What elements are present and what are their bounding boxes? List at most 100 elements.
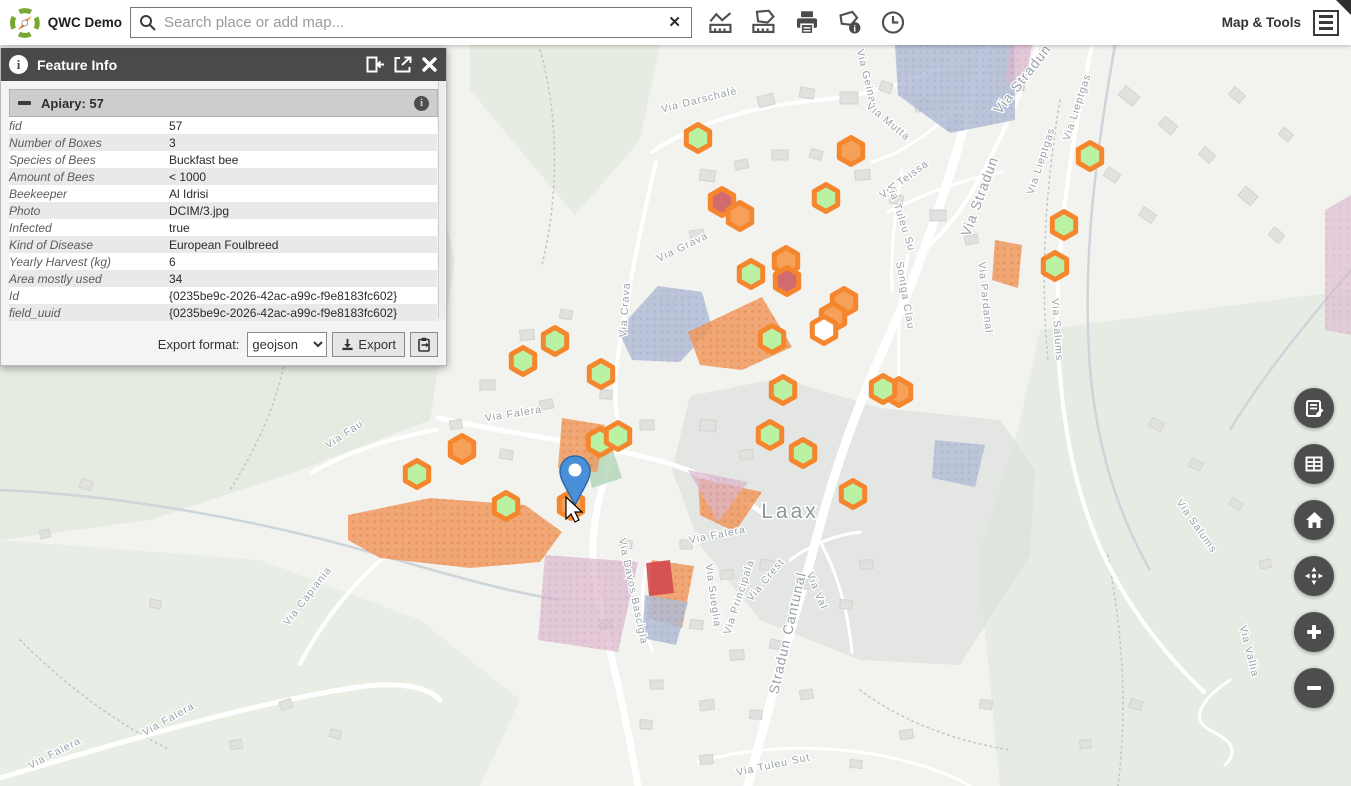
report-tool-button[interactable] [1294,388,1334,428]
attribute-value: European Foulbreed [169,236,437,253]
table-row: Id{0235be9c-2026-42ac-a99c-f9e8183fc602} [9,287,437,304]
apiary-marker-green[interactable] [771,377,794,404]
attribute-value: Al Idrisi [169,185,437,202]
map-button-stack [1294,388,1334,708]
dock-icon[interactable] [366,56,385,73]
panel-title: Feature Info [37,57,357,73]
app-window: Via DarschalèVia GeinasVia MuttaVia Teis… [0,0,1351,786]
qwc-logo-icon [10,8,40,38]
apiary-marker-green[interactable] [739,261,762,288]
detach-window-icon[interactable] [394,56,412,73]
apiary-marker-green[interactable] [871,376,894,403]
attribute-table: fid57Number of Boxes3Species of BeesBuck… [9,117,437,321]
zoom-in-button[interactable] [1294,612,1334,652]
apiary-marker-green[interactable] [543,328,566,355]
search-input[interactable] [162,13,660,32]
apiary-marker-green[interactable] [1078,143,1101,170]
attribute-key: Infected [9,219,169,236]
print-icon[interactable] [792,8,822,38]
apiary-marker-green[interactable] [511,348,534,375]
attribute-key: field_uuid [9,304,169,321]
export-button[interactable]: Export [332,332,405,357]
measure-area-icon[interactable] [749,8,779,38]
info-icon: i [9,55,28,74]
export-format-label: Export format: [158,337,240,352]
brand-title: QWC Demo [48,15,122,30]
table-row: Infectedtrue [9,219,437,236]
apiary-marker-green[interactable] [686,125,709,152]
table-row: BeekeeperAl Idrisi [9,185,437,202]
attribute-key: Kind of Disease [9,236,169,253]
apiary-marker-orange[interactable] [839,138,862,165]
home-button[interactable] [1294,500,1334,540]
scrollbar-track[interactable] [438,81,445,319]
app-menu[interactable]: Map & Tools [1222,10,1351,36]
apiary-marker-green[interactable] [760,326,783,353]
app-menu-label: Map & Tools [1222,15,1301,30]
feature-section-header[interactable]: Apiary: 57 i [9,89,438,117]
apiary-marker-green[interactable] [494,493,517,520]
time-icon[interactable] [878,8,908,38]
feature-info-zoom-icon[interactable]: i [414,96,429,111]
attribute-value: Buckfast bee [169,151,437,168]
close-icon[interactable] [421,56,438,73]
apiary-marker-green[interactable] [405,461,428,488]
attribute-value: 3 [169,134,437,151]
attribute-key: fid [9,117,169,134]
apiary-marker-orange[interactable] [728,203,751,230]
search-box[interactable]: ✕ [130,7,692,38]
street-label: Via Tuleu Su [884,181,917,253]
attribute-key: Photo [9,202,169,219]
apiary-marker-green[interactable] [814,185,837,212]
export-icon [341,338,354,351]
identify-region-icon[interactable]: i [835,8,865,38]
feature-info-body: Apiary: 57 i fid57Number of Boxes3Specie… [1,81,446,365]
apiary-marker-green[interactable] [1043,253,1066,280]
apiary-marker-green[interactable] [589,361,612,388]
search-icon [139,14,156,31]
table-row: PhotoDCIM/3.jpg [9,202,437,219]
apiary-marker-green[interactable] [758,422,781,449]
table-row: Kind of DiseaseEuropean Foulbreed [9,236,437,253]
apiary-marker-green[interactable] [841,481,864,508]
search-clear-icon[interactable]: ✕ [666,15,683,30]
measure-line-icon[interactable] [706,8,736,38]
table-row: fid57 [9,117,437,134]
attribute-value: {0235be9c-2026-42ac-a99c-f9e8183fc602} [169,287,437,304]
attribute-value: true [169,219,437,236]
table-row: Yearly Harvest (kg)6 [9,253,437,270]
apiary-marker-white[interactable] [812,317,835,344]
table-row: Species of BeesBuckfast bee [9,151,437,168]
table-row: Area mostly used34 [9,270,437,287]
apiary-marker-orange[interactable] [450,436,473,463]
collapse-icon[interactable] [18,101,31,105]
copy-to-clipboard-button[interactable] [410,332,438,357]
attribute-table-button[interactable] [1294,444,1334,484]
apiary-marker-green[interactable] [791,440,814,467]
street-label: Via Mutta [864,100,912,143]
table-row: Number of Boxes3 [9,134,437,151]
street-label: Via Grava [655,230,710,265]
feature-info-panel: i Feature Info [0,48,447,366]
locate-button[interactable] [1294,556,1334,596]
table-row: Amount of Bees< 1000 [9,168,437,185]
corner-notch [1336,0,1351,15]
svg-text:i: i [853,24,856,34]
apiary-marker-red[interactable] [775,268,798,295]
attribute-value: DCIM/3.jpg [169,202,437,219]
toolbar: i [706,8,908,38]
apiary-marker-green[interactable] [1052,212,1075,239]
export-format-select[interactable]: geojson [247,332,327,357]
zoom-out-button[interactable] [1294,668,1334,708]
street-label: Via Falera [484,404,543,425]
attribute-value: < 1000 [169,168,437,185]
feature-section-title: Apiary: 57 [41,96,404,111]
feature-info-header[interactable]: i Feature Info [1,48,446,81]
apiary-marker-green[interactable] [606,423,629,450]
street-label: Via Stradun [957,154,1001,238]
attribute-key: Number of Boxes [9,134,169,151]
table-row: field_uuid{0235be9c-2026-42ac-a99c-f9e81… [9,304,437,321]
attribute-key: Species of Bees [9,151,169,168]
attribute-value: {0235be9c-2026-42ac-a99c-f9e8183fc602} [169,304,437,321]
top-bar: QWC Demo ✕ [0,0,1351,45]
